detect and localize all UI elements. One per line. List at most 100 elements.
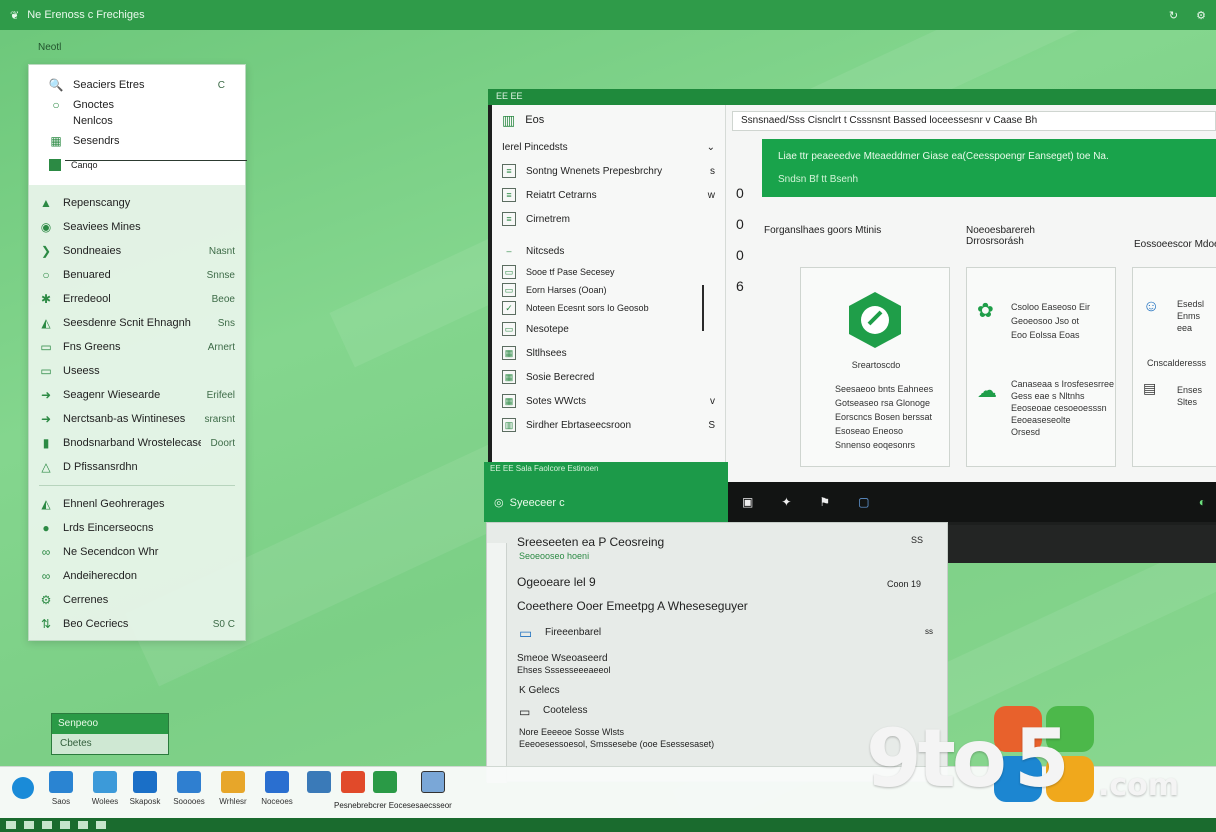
start-item-label: Useess (63, 365, 100, 377)
watermark-com: .com (1098, 768, 1180, 803)
feature-card[interactable]: Sreartoscdo Seesaeoo bnts Eahnees Gotsea… (800, 267, 950, 467)
start-item[interactable]: ▲ Repenscangy (29, 191, 245, 215)
arrow-icon: ➜ (40, 388, 52, 402)
tray-icon[interactable] (78, 821, 88, 829)
start-head-item[interactable]: Nenlcos (39, 113, 235, 129)
info-banner[interactable]: Liae ttr peaeeedve Mteaeddmer Giase ea(C… (762, 139, 1216, 197)
start-item-label: Benuared (63, 269, 111, 281)
taskbar-app[interactable] (362, 771, 408, 797)
start-head-item[interactable]: Canqo (39, 153, 235, 177)
start-footer-item[interactable]: ● Lrds Eincerseocns (29, 516, 245, 540)
start-item[interactable]: ❯ Sondneaies Nasnt (29, 239, 245, 263)
nav-section[interactable]: Ierel Pincedsts ⌄ (492, 135, 725, 159)
app-icon (49, 771, 73, 793)
card-line: Snnenso eoqesonrs (835, 440, 916, 450)
grid-icon: ▦ (502, 370, 516, 384)
tray-icon[interactable] (60, 821, 70, 829)
start-item[interactable]: ➜ Seagenr Wiesearde Erifeel (29, 383, 245, 407)
nav-item[interactable]: ▦ Sosie Berecred (492, 365, 725, 389)
start-footer-item[interactable]: ∞ Andeiherecdon (29, 564, 245, 588)
start-footer-item[interactable]: ◭ Ehnenl Geohrerages (29, 492, 245, 516)
nav-item-label: Nitcseds (526, 245, 565, 257)
card-line: Eeoeaseseolte (1011, 415, 1071, 425)
start-item[interactable]: ▮ Bnodsnarband Wrostelecase Doort (29, 431, 245, 455)
banner-text: Liae ttr peaeeedve Mteaeddmer Giase ea(C… (778, 151, 1109, 162)
nav-item[interactable]: ▭ Sooe tf Pase Secesey (492, 263, 725, 281)
taskbar-app[interactable]: Noceoes (254, 771, 300, 806)
nav-item[interactable]: ▭ Eorn Harses (Ooan) (492, 281, 725, 299)
user-icon: ▮ (42, 436, 50, 450)
start-head-item-label: Nenlcos (73, 115, 113, 127)
taskbar-app[interactable] (410, 771, 456, 797)
start-footer-item[interactable]: ∞ Ne Secendcon Whr (29, 540, 245, 564)
plant-icon: ✿ (977, 300, 994, 322)
side-marks: 0 0 0 6 (736, 145, 750, 309)
taskbar-app[interactable]: Sooooes (166, 771, 212, 806)
start-item-value: Erifeel (206, 389, 235, 401)
start-head-item[interactable]: ○ Gnoctes (39, 97, 235, 113)
card-line: Geoeosoo Jso ot (1011, 316, 1080, 326)
start-footer-item[interactable]: ⚙ Cerrenes (29, 588, 245, 612)
app-icon[interactable]: ▣ (742, 495, 753, 509)
start-item[interactable]: ◭ Seesdenre Scnit Ehnagnh Sns (29, 311, 245, 335)
nav-item[interactable]: – Nitcseds (492, 239, 725, 263)
taskbar-app-label: Saos (51, 797, 71, 806)
taskbar-app[interactable]: Saos (38, 771, 84, 806)
start-item[interactable]: ➜ Nerctsanb-as Wintineses srarsnt (29, 407, 245, 431)
feature-card[interactable]: ☺ Esedsl Enms eea Cnscalderesss ▤ Enses … (1132, 267, 1216, 467)
tray-icon[interactable] (6, 821, 16, 829)
nav-item[interactable]: ≡ Reiatrt Cetrarns w (492, 183, 725, 207)
taskbar-app[interactable]: Skaposk (122, 771, 168, 806)
side-mark: 0 (736, 185, 744, 201)
settings-icon[interactable]: ✦ (781, 495, 791, 509)
refresh-icon[interactable]: ↻ (1169, 9, 1178, 22)
nav-item[interactable]: ≡ Sontng Wnenets Prepesbrchry s (492, 159, 725, 183)
start-footer-label: Ehnenl Geohrerages (63, 498, 165, 510)
dialog-option[interactable]: Coeethere Ooer Emeetpg A Wheseseguyer (517, 599, 748, 613)
card-line: Sltes (1177, 397, 1198, 407)
person-icon: ☺ (1143, 298, 1160, 315)
tray-icon[interactable] (42, 821, 52, 829)
box-icon[interactable]: ▢ (858, 495, 869, 509)
start-item[interactable]: ◉ Seaviees Mines (29, 215, 245, 239)
start-item-value: Arnert (207, 341, 235, 353)
dialog-item[interactable]: Cooteless (543, 705, 587, 716)
start-item[interactable]: ▭ Fns Greens Arnert (29, 335, 245, 359)
taskbar-app[interactable]: Wrhlesr (210, 771, 256, 806)
start-item-label: Fns Greens (63, 341, 121, 353)
dialog-item[interactable]: K Gelecs (519, 685, 560, 696)
start-footer-item[interactable]: ⇅ Beo Cecriecs S0 C (29, 612, 245, 636)
dialog-option[interactable]: Ogeoeare lel 9 (517, 575, 596, 589)
nav-item[interactable]: ▦ Sltlhsees (492, 341, 725, 365)
feature-card[interactable]: ✿ Csoloo Easeoso Eir Geoeosoo Jso ot Eoo… (966, 267, 1116, 467)
dialog-item[interactable]: Smeoe Wseoaseerd (517, 653, 608, 664)
dialog-item[interactable]: Fireeenbarel (545, 627, 601, 638)
tray-icon[interactable] (24, 821, 34, 829)
card-line: Esedsl (1177, 299, 1205, 309)
address-bar[interactable]: Ssnsnaed/Sss Cisnclrt t Csssnsnt Bassed … (732, 111, 1216, 131)
start-item[interactable]: ○ Benuared Snnse (29, 263, 245, 287)
settings-icon[interactable]: ⚙ (1196, 9, 1206, 22)
logo-icon[interactable]: ◐ (1199, 495, 1206, 509)
dialog-item[interactable]: Nore Eeeeoe Sosse Wlsts (519, 727, 624, 737)
nav-item[interactable]: ▦ Sotes WWcts v (492, 389, 725, 413)
start-item[interactable]: ✱ Erredeool Beoe (29, 287, 245, 311)
start-head-item-label: Canqo (71, 160, 98, 170)
nav-scrollbar[interactable] (702, 285, 704, 331)
nav-item[interactable]: ▥ Sirdher Ebrtaseecsroon S (492, 413, 725, 437)
start-search-action[interactable]: C (218, 80, 225, 91)
start-head-item[interactable]: ▦ Sesendrs (39, 129, 235, 153)
dialog-tab[interactable]: EE EE Sala Faolcore Estinoen (484, 462, 728, 475)
card-line: Cnscalderesss (1147, 358, 1207, 368)
toggle-icon[interactable]: ▭ (519, 705, 530, 719)
nav-item[interactable]: ✓ Noteen Ecesnt sors Io Geosob (492, 299, 725, 317)
mini-widget[interactable]: Senpeoo Cbetes (51, 713, 169, 755)
start-item[interactable]: ▭ Useess (29, 359, 245, 383)
nav-item[interactable]: ▭ Nesotepe (492, 317, 725, 341)
flag-icon[interactable]: ⚑ (819, 495, 830, 509)
start-search[interactable]: 🔍 Seaciers Etres C (39, 73, 235, 97)
nav-header: ▥ Eos (492, 105, 725, 135)
tray-icon[interactable] (96, 821, 106, 829)
nav-item[interactable]: ≡ Cirnetrem (492, 207, 725, 231)
start-item[interactable]: △ D Pfissansrdhn (29, 455, 245, 479)
